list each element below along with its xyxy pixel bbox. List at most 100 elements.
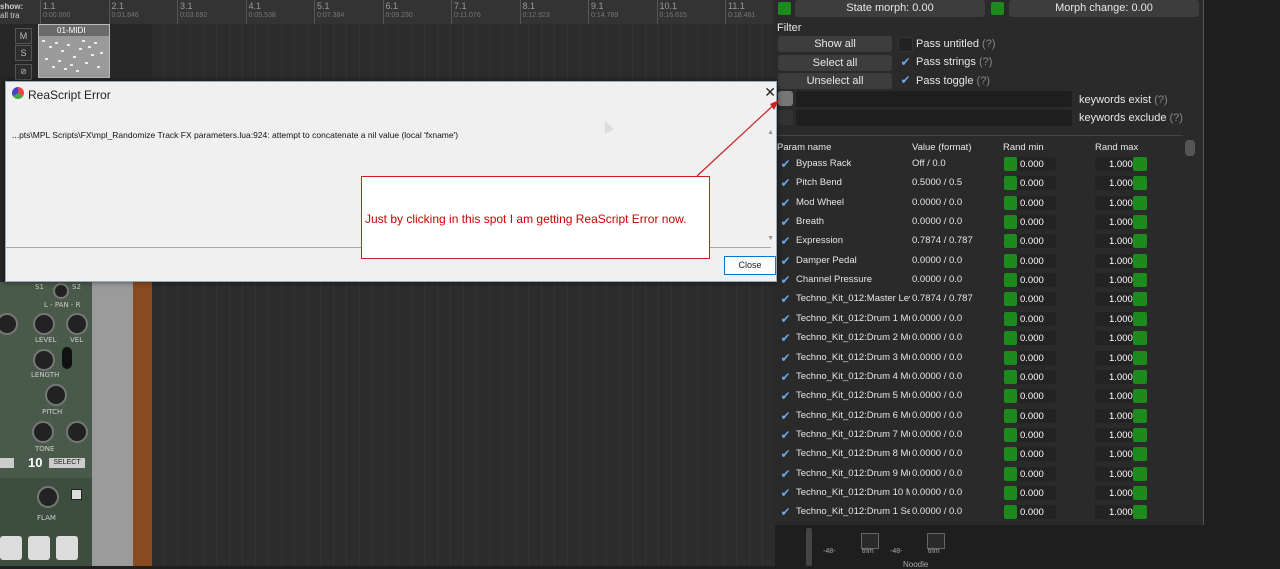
vel-knob[interactable] <box>66 313 88 335</box>
mute-button[interactable]: M <box>15 28 32 44</box>
param-checkbox[interactable]: ✔ <box>779 235 792 248</box>
param-checkbox[interactable]: ✔ <box>779 448 792 461</box>
rand-min-slider[interactable]: 0.000 <box>1004 253 1056 268</box>
pan-knob[interactable] <box>53 283 69 299</box>
param-checkbox[interactable]: ✔ <box>779 332 792 345</box>
envelope-switch[interactable] <box>62 347 72 369</box>
rand-max-slider[interactable]: 1.000 <box>1095 427 1147 442</box>
rand-max-slider[interactable]: 1.000 <box>1095 485 1147 500</box>
rand-max-slider[interactable]: 1.000 <box>1095 215 1147 230</box>
param-list-scrollbar[interactable] <box>1185 140 1195 156</box>
state-morph-slider[interactable]: State morph: 0.00 <box>795 0 985 17</box>
rand-min-slider[interactable]: 0.000 <box>1004 234 1056 249</box>
param-checkbox[interactable]: ✔ <box>779 467 792 481</box>
rand-min-slider[interactable]: 0.000 <box>1004 331 1056 346</box>
rand-max-slider[interactable]: 1.000 <box>1095 292 1147 307</box>
show-all-button[interactable]: Show all <box>778 36 892 52</box>
flam-toggle[interactable] <box>71 489 82 500</box>
flam-knob[interactable] <box>37 486 59 508</box>
param-checkbox[interactable]: ✔ <box>779 370 792 384</box>
level-knob[interactable] <box>33 313 55 335</box>
rand-min-slider[interactable]: 0.000 <box>1004 466 1056 481</box>
close-icon[interactable]: ✕ <box>764 84 776 101</box>
rand-min-slider[interactable]: 0.000 <box>1004 427 1056 442</box>
unselect-all-button[interactable]: Unselect all <box>778 73 892 89</box>
select-button[interactable]: SELECT <box>49 458 85 468</box>
param-checkbox[interactable]: ✔ <box>779 158 792 171</box>
length-knob[interactable] <box>33 349 55 371</box>
rand-min-slider[interactable]: 0.000 <box>1004 195 1056 210</box>
param-checkbox[interactable]: ✔ <box>779 196 792 210</box>
param-row[interactable]: ✔ Mod Wheel 0.0000 / 0.0 0.000 1.000 <box>775 194 1175 213</box>
rand-min-slider[interactable]: 0.000 <box>1004 176 1056 191</box>
rand-max-slider[interactable]: 1.000 <box>1095 195 1147 210</box>
keywords-exclude-input[interactable] <box>796 110 1072 126</box>
keywords-exist-toggle[interactable] <box>778 91 793 106</box>
param-row[interactable]: ✔ Techno_Kit_012:Drum 1 Mu 0.0000 / 0.0 0.0… <box>775 310 1175 329</box>
param-row[interactable]: ✔ Bypass Rack Off / 0.0 0.000 1.000 <box>775 155 1175 174</box>
rand-min-slider[interactable]: 0.000 <box>1004 215 1056 230</box>
trim-button-2[interactable] <box>927 533 945 549</box>
rand-max-slider[interactable]: 1.000 <box>1095 331 1147 346</box>
pass-toggle-checkbox[interactable]: ✔ <box>899 74 912 87</box>
vel2-knob[interactable] <box>66 421 88 443</box>
rand-min-slider[interactable]: 0.000 <box>1004 369 1056 384</box>
rand-max-slider[interactable]: 1.000 <box>1095 466 1147 481</box>
pass-untitled-checkbox[interactable] <box>898 37 913 52</box>
select-button-left[interactable] <box>0 458 14 468</box>
param-row[interactable]: ✔ Expression 0.7874 / 0.787 0.000 1.000 <box>775 232 1175 251</box>
param-row[interactable]: ✔ Techno_Kit_012:Drum 3 Mu 0.0000 / 0.0 0.0… <box>775 349 1175 368</box>
rand-max-slider[interactable]: 1.000 <box>1095 157 1147 171</box>
rand-max-slider[interactable]: 1.000 <box>1095 350 1147 365</box>
timeline-ruler[interactable]: show: all tra 1.1 0:00.000 2.1 0:01.846 3.1 0:… <box>0 0 775 25</box>
fader-track[interactable] <box>806 528 812 566</box>
pitch-knob[interactable] <box>45 384 67 406</box>
pad-button-3[interactable] <box>56 536 78 560</box>
keywords-exclude-toggle[interactable] <box>778 110 793 125</box>
param-row[interactable]: ✔ Techno_Kit_012:Drum 7 Mu 0.0000 / 0.0 0.0… <box>775 426 1175 445</box>
param-row[interactable]: ✔ Breath 0.0000 / 0.0 0.000 1.000 <box>775 213 1175 232</box>
param-checkbox[interactable]: ✔ <box>779 428 792 442</box>
param-row[interactable]: ✔ Techno_Kit_012:Drum 1 Se 0.0000 / 0.0 0.0… <box>775 503 1175 522</box>
param-checkbox[interactable]: ✔ <box>779 312 792 326</box>
param-checkbox[interactable]: ✔ <box>779 506 792 519</box>
select-all-button[interactable]: Select all <box>778 55 892 71</box>
rand-max-slider[interactable]: 1.000 <box>1095 369 1147 384</box>
param-checkbox[interactable]: ✔ <box>779 177 792 190</box>
rand-max-slider[interactable]: 1.000 <box>1095 273 1147 288</box>
rand-min-slider[interactable]: 0.000 <box>1004 311 1056 326</box>
morph-change-indicator[interactable] <box>991 2 1004 15</box>
rand-max-slider[interactable]: 1.000 <box>1095 234 1147 249</box>
rand-min-slider[interactable]: 0.000 <box>1004 447 1056 462</box>
param-checkbox[interactable]: ✔ <box>779 216 792 229</box>
rand-max-slider[interactable]: 1.000 <box>1095 176 1147 191</box>
param-checkbox[interactable]: ✔ <box>779 390 792 403</box>
param-row[interactable]: ✔ Techno_Kit_012:Drum 5 Mu 0.0000 / 0.0 0.0… <box>775 387 1175 406</box>
param-checkbox[interactable]: ✔ <box>779 254 792 268</box>
midi-item[interactable]: 01-MIDI <box>38 24 110 78</box>
rand-min-slider[interactable]: 0.000 <box>1004 389 1056 404</box>
pad-button-2[interactable] <box>28 536 50 560</box>
rand-min-slider[interactable]: 0.000 <box>1004 292 1056 307</box>
param-checkbox[interactable]: ✔ <box>779 351 792 365</box>
rand-min-slider[interactable]: 0.000 <box>1004 408 1056 423</box>
param-row[interactable]: ✔ Techno_Kit_012:Master Lev 0.7874 / 0.787… <box>775 290 1175 309</box>
trim-button-1[interactable] <box>861 533 879 549</box>
param-checkbox[interactable]: ✔ <box>779 274 792 287</box>
rand-min-slider[interactable]: 0.000 <box>1004 485 1056 500</box>
pass-strings-checkbox[interactable]: ✔ <box>899 56 912 69</box>
rand-max-slider[interactable]: 1.000 <box>1095 389 1147 404</box>
param-row[interactable]: ✔ Pitch Bend 0.5000 / 0.5 0.000 1.000 <box>775 174 1175 193</box>
param-checkbox[interactable]: ✔ <box>779 293 792 306</box>
param-row[interactable]: ✔ Techno_Kit_012:Drum 8 Mu 0.0000 / 0.0 0.0… <box>775 445 1175 464</box>
keywords-exist-input[interactable] <box>796 91 1072 107</box>
rand-max-slider[interactable]: 1.000 <box>1095 408 1147 423</box>
rand-max-slider[interactable]: 1.000 <box>1095 505 1147 520</box>
param-row[interactable]: ✔ Techno_Kit_012:Drum 9 Mu 0.0000 / 0.0 0.0… <box>775 465 1175 484</box>
tone-knob[interactable] <box>32 421 54 443</box>
fx-bypass-icon[interactable]: ⊘ <box>15 64 32 80</box>
rand-min-slider[interactable]: 0.000 <box>1004 273 1056 288</box>
solo-button[interactable]: S <box>15 45 32 61</box>
rand-max-slider[interactable]: 1.000 <box>1095 311 1147 326</box>
scroll-up-icon[interactable]: ▲ <box>767 129 774 136</box>
